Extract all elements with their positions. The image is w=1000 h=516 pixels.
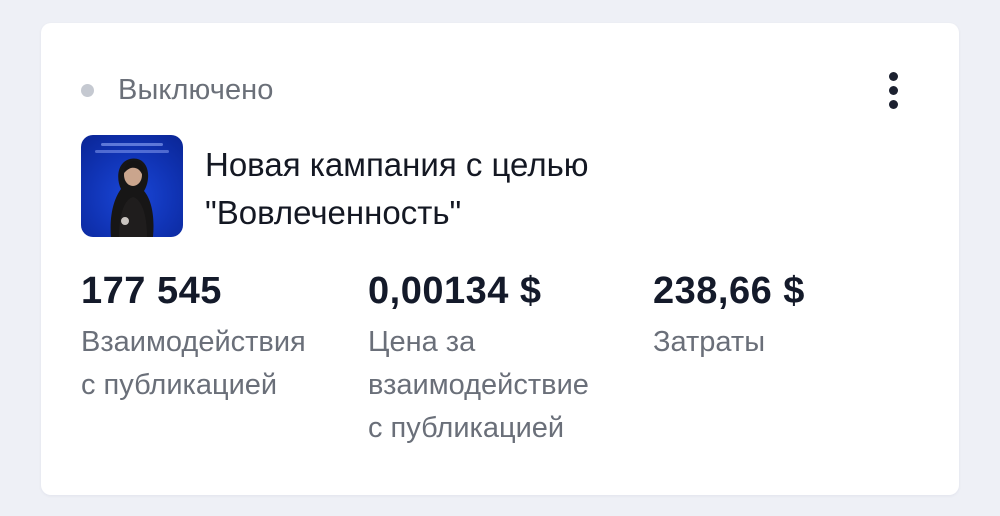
campaign-card[interactable]: Выключено Новая кампания с целью "Вовлеч… — [41, 23, 959, 495]
metric-engagements: 177 545 Взаимодействия с публикацией — [81, 267, 361, 407]
campaign-title[interactable]: Новая кампания с целью "Вовлеченность" — [205, 141, 805, 237]
metric-value: 177 545 — [81, 270, 222, 312]
metric-label: Затраты — [653, 326, 766, 358]
status-indicator: Выключено — [81, 73, 274, 107]
metric-spend: 238,66 $ Затраты — [653, 267, 913, 364]
status-dot-icon — [81, 83, 94, 97]
metric-cost-per-engagement: 0,00134 $ Цена за взаимодействие с публи… — [368, 267, 648, 450]
more-vertical-icon — [888, 71, 898, 81]
metric-label: Взаимодействия с публикацией — [81, 326, 306, 401]
status-label: Выключено — [118, 73, 274, 106]
person-photo-icon — [95, 143, 169, 237]
campaign-thumbnail — [81, 135, 183, 237]
metric-value: 0,00134 $ — [368, 270, 542, 312]
metric-value: 238,66 $ — [653, 270, 805, 312]
more-options-button[interactable] — [879, 69, 907, 111]
metric-label: Цена за взаимодействие с публикацией — [368, 326, 589, 444]
